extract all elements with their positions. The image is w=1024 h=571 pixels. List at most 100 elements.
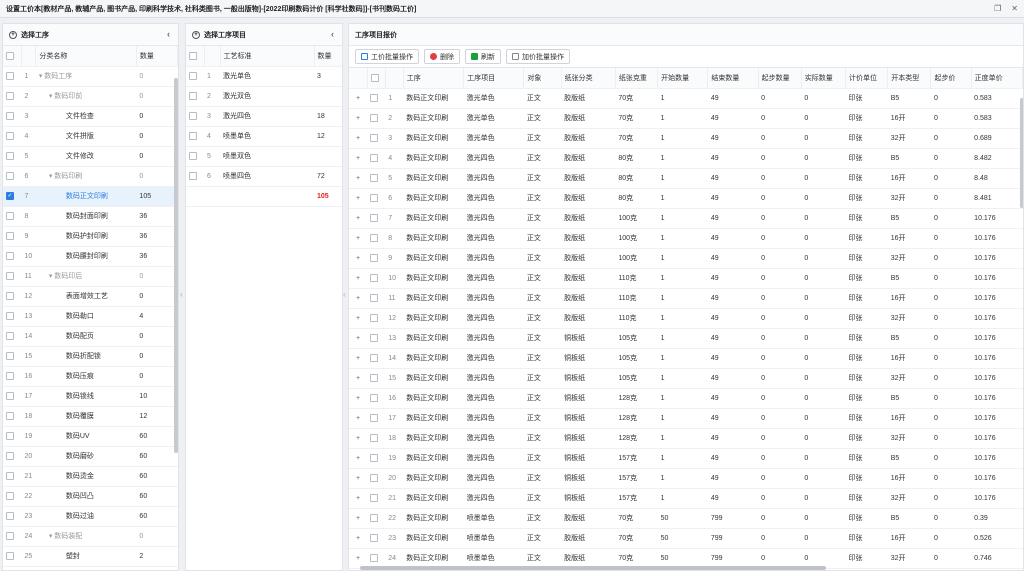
process-row[interactable]: 9 数码护封印刷 36 (3, 226, 178, 247)
quote-row[interactable]: +19 数码正文印刷 激光四色 正文 铜板纸 157克 1 49 0 0 印张 B5 0 10.176 (349, 448, 1023, 469)
quote-row[interactable]: +18 数码正文印刷 激光四色 正文 铜板纸 128克 1 49 0 0 印张 32开 0 10.176 (349, 428, 1023, 449)
row-checkbox[interactable] (370, 514, 379, 522)
expand-plus-icon[interactable]: + (349, 268, 368, 289)
row-checkbox[interactable] (370, 314, 379, 322)
row-checkbox[interactable] (6, 512, 14, 520)
row-checkbox[interactable] (370, 114, 379, 122)
quote-row[interactable]: +7 数码正文印刷 激光四色 正文 胶版纸 100克 1 49 0 0 印张 B5 0 10.176 (349, 208, 1023, 229)
row-checkbox[interactable] (6, 532, 14, 540)
row-checkbox[interactable] (370, 294, 379, 302)
expand-plus-icon[interactable]: + (349, 188, 368, 209)
process-row[interactable]: 21 数码烫金 60 (3, 466, 178, 487)
process-row[interactable]: 20 数码磨砂 60 (3, 446, 178, 467)
expand-plus-icon[interactable]: + (349, 328, 368, 349)
expand-plus-icon[interactable]: + (349, 408, 368, 429)
quote-row[interactable]: +4 数码正文印刷 激光四色 正文 胶版纸 80克 1 49 0 0 印张 B5 0 8.482 (349, 148, 1023, 169)
process-item-row[interactable]: 5 喷墨双色 (186, 146, 342, 167)
expand-plus-icon[interactable]: + (349, 428, 368, 449)
restore-icon[interactable]: ❐ (994, 4, 1001, 13)
process-row[interactable]: 15 数码折配锁 0 (3, 346, 178, 367)
process-row[interactable]: 12 表面增效工艺 0 (3, 286, 178, 307)
process-row[interactable]: 11 ▾ 数码印后 0 (3, 266, 178, 287)
row-checkbox[interactable] (6, 352, 14, 360)
process-row[interactable]: 5 文件修改 0 (3, 146, 178, 167)
process-item-row[interactable]: 1 激光单色 3 (186, 66, 342, 87)
process-row[interactable]: 8 数码封面印刷 36 (3, 206, 178, 227)
process-row[interactable]: 6 ▾ 数码印刷 0 (3, 166, 178, 187)
row-checkbox[interactable] (189, 92, 197, 100)
select-all-checkbox[interactable] (370, 73, 379, 82)
process-row[interactable]: 10 数码腰封印刷 36 (3, 246, 178, 267)
right-hscrollbar[interactable] (360, 566, 826, 570)
row-checkbox[interactable] (6, 292, 14, 300)
row-checkbox[interactable] (6, 252, 14, 260)
process-item-row[interactable]: 6 喷墨四色 72 (186, 166, 342, 187)
quote-row[interactable]: +5 数码正文印刷 激光四色 正文 胶版纸 80克 1 49 0 0 印张 16开 0 8.48 (349, 168, 1023, 189)
row-checkbox[interactable] (6, 312, 14, 320)
process-row[interactable]: 16 数码压痕 0 (3, 366, 178, 387)
left-scrollbar[interactable] (174, 78, 178, 453)
row-checkbox[interactable] (189, 132, 197, 140)
row-checkbox[interactable] (6, 272, 14, 280)
batch-markup-button[interactable]: 加价批量操作 (506, 49, 570, 64)
row-checkbox[interactable] (370, 94, 379, 102)
row-checkbox[interactable] (370, 414, 379, 422)
row-checkbox[interactable] (6, 232, 14, 240)
row-checkbox[interactable] (370, 134, 379, 142)
row-checkbox[interactable] (370, 474, 379, 482)
process-row[interactable]: 18 数码覆膜 12 (3, 406, 178, 427)
process-row[interactable]: 13 数码勒口 4 (3, 306, 178, 327)
row-checkbox[interactable] (6, 152, 14, 160)
quote-row[interactable]: +8 数码正文印刷 激光四色 正文 胶版纸 100克 1 49 0 0 印张 16开 0 10.176 (349, 228, 1023, 249)
process-item-row[interactable]: 4 喷墨单色 12 (186, 126, 342, 147)
row-checkbox[interactable] (370, 534, 379, 542)
expand-plus-icon[interactable]: + (349, 348, 368, 369)
process-item-row[interactable]: 2 激光双色 (186, 86, 342, 107)
quote-row[interactable]: +24 数码正文印刷 喷墨单色 正文 胶版纸 70克 50 799 0 0 印张 32开 0 0.746 (349, 548, 1023, 569)
row-checkbox[interactable] (6, 72, 14, 80)
row-checkbox[interactable] (370, 454, 379, 462)
expand-plus-icon[interactable]: + (349, 248, 368, 269)
expand-plus-icon[interactable]: + (349, 308, 368, 329)
row-checkbox[interactable] (370, 394, 379, 402)
expand-plus-icon[interactable]: + (349, 288, 368, 309)
row-checkbox[interactable] (370, 374, 379, 382)
refresh-button[interactable]: 刷新 (465, 49, 501, 64)
process-row[interactable]: 14 数码配页 0 (3, 326, 178, 347)
quote-row[interactable]: +15 数码正文印刷 激光四色 正文 铜板纸 105克 1 49 0 0 印张 32开 0 10.176 (349, 368, 1023, 389)
select-all-checkbox[interactable] (6, 51, 14, 60)
expand-plus-icon[interactable]: + (349, 88, 368, 109)
row-checkbox[interactable] (370, 554, 379, 562)
process-item-row[interactable]: 3 激光四色 18 (186, 106, 342, 127)
expand-plus-icon[interactable]: + (349, 488, 368, 509)
process-row[interactable]: ✓ 7 数码正文印刷 105 (3, 186, 178, 207)
row-checkbox[interactable] (6, 392, 14, 400)
quote-row[interactable]: +12 数码正文印刷 激光四色 正文 胶版纸 110克 1 49 0 0 印张 32开 0 10.176 (349, 308, 1023, 329)
expand-plus-icon[interactable]: + (349, 508, 368, 529)
close-icon[interactable]: ✕ (1011, 4, 1018, 13)
quote-row[interactable]: +13 数码正文印刷 激光四色 正文 铜板纸 105克 1 49 0 0 印张 B5 0 10.176 (349, 328, 1023, 349)
collapse-left-icon[interactable]: ‹ (167, 29, 170, 39)
quote-row[interactable]: +17 数码正文印刷 激光四色 正文 铜板纸 128克 1 49 0 0 印张 16开 0 10.176 (349, 408, 1023, 429)
expand-plus-icon[interactable]: + (349, 228, 368, 249)
quote-row[interactable]: +6 数码正文印刷 激光四色 正文 胶版纸 80克 1 49 0 0 印张 32开 0 8.481 (349, 188, 1023, 209)
row-checkbox[interactable] (189, 112, 197, 120)
quote-row[interactable]: +10 数码正文印刷 激光四色 正文 胶版纸 110克 1 49 0 0 印张 B5 0 10.176 (349, 268, 1023, 289)
collapse-middle-icon[interactable]: ‹ (331, 29, 334, 39)
expand-plus-icon[interactable]: + (349, 368, 368, 389)
delete-button[interactable]: 删除 (424, 49, 460, 64)
row-checkbox[interactable] (370, 334, 379, 342)
process-row[interactable]: 25 塑封 2 (3, 546, 178, 567)
process-row[interactable]: 22 数码凹凸 60 (3, 486, 178, 507)
expand-plus-icon[interactable]: + (349, 108, 368, 129)
row-checkbox[interactable] (6, 492, 14, 500)
quote-row[interactable]: +14 数码正文印刷 激光四色 正文 铜板纸 105克 1 49 0 0 印张 16开 0 10.176 (349, 348, 1023, 369)
expand-plus-icon[interactable]: + (349, 468, 368, 489)
row-checkbox[interactable] (370, 174, 379, 182)
right-scrollbar[interactable] (1020, 98, 1023, 208)
row-checkbox[interactable] (6, 332, 14, 340)
add-circle-icon[interactable]: + (192, 30, 200, 39)
row-checkbox[interactable] (370, 254, 379, 262)
process-row[interactable]: 1 ▾ 数码工序 0 (3, 66, 178, 87)
expand-plus-icon[interactable]: + (349, 128, 368, 149)
